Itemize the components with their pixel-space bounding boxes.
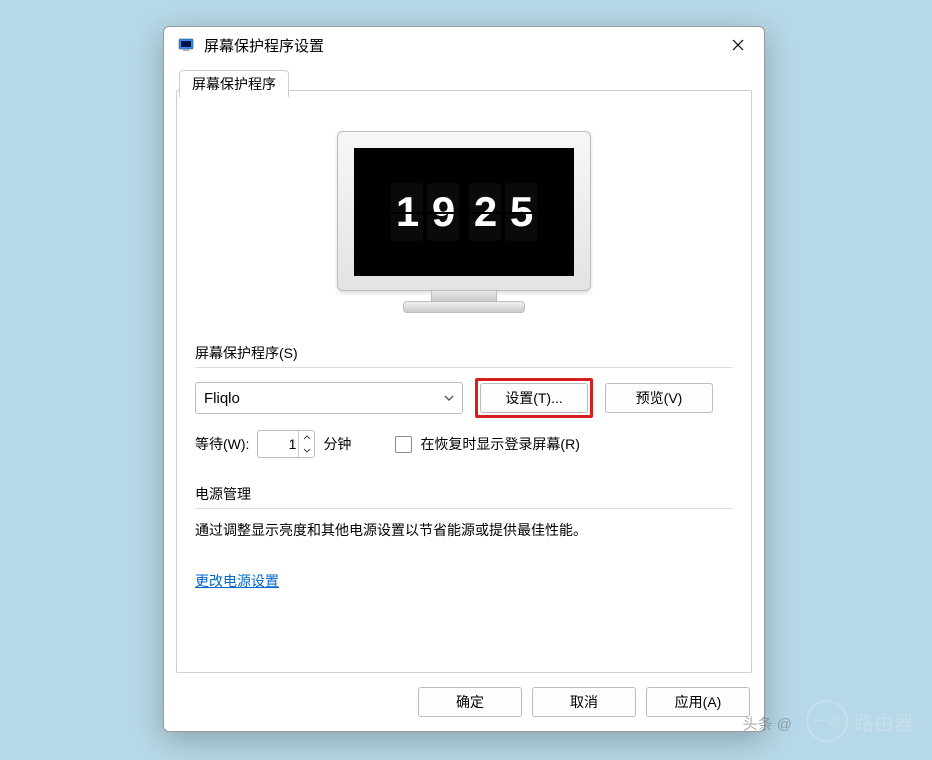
titlebar: 屏幕保护程序设置 xyxy=(164,27,764,63)
close-icon xyxy=(732,39,744,51)
apply-button[interactable]: 应用(A) xyxy=(646,687,750,717)
resume-login-label: 在恢复时显示登录屏幕(R) xyxy=(420,434,579,454)
preview-area: 1 9 2 5 xyxy=(195,131,733,313)
wait-value[interactable] xyxy=(258,435,298,453)
tab-panel: 1 9 2 5 屏幕保护程序(S) Fliql xyxy=(176,90,752,673)
settings-button[interactable]: 设置(T)... xyxy=(480,383,588,413)
power-group-label: 电源管理 xyxy=(195,484,733,504)
watermark-text: 路由器 xyxy=(854,707,914,736)
spinner xyxy=(298,431,314,457)
clock-min-2: 5 xyxy=(505,183,537,241)
chevron-down-icon xyxy=(444,395,454,401)
screensaver-group: 屏幕保护程序(S) Fliqlo 设置(T)... 预览(V) 等待(W): xyxy=(195,343,733,458)
watermark-logo-icon: 一点 xyxy=(806,700,848,742)
screensaver-icon xyxy=(178,37,194,53)
wait-minutes-input[interactable] xyxy=(257,430,315,458)
cancel-button[interactable]: 取消 xyxy=(532,687,636,717)
window-title: 屏幕保护程序设置 xyxy=(204,35,720,56)
close-button[interactable] xyxy=(720,31,756,59)
spinner-down[interactable] xyxy=(299,444,314,457)
clock-hour-2: 9 xyxy=(427,183,459,241)
tab-screensaver[interactable]: 屏幕保护程序 xyxy=(179,70,289,97)
resume-login-checkbox[interactable] xyxy=(395,436,412,453)
power-group: 电源管理 通过调整显示亮度和其他电源设置以节省能源或提供最佳性能。 更改电源设置 xyxy=(195,484,733,591)
change-power-settings-link[interactable]: 更改电源设置 xyxy=(195,573,279,589)
ok-button[interactable]: 确定 xyxy=(418,687,522,717)
clock-min-1: 2 xyxy=(469,183,501,241)
monitor-preview: 1 9 2 5 xyxy=(337,131,591,313)
screensaver-group-label: 屏幕保护程序(S) xyxy=(195,343,733,363)
screensaver-settings-dialog: 屏幕保护程序设置 屏幕保护程序 1 9 2 5 xyxy=(163,26,765,732)
screensaver-selected: Fliqlo xyxy=(204,390,444,407)
screensaver-combo[interactable]: Fliqlo xyxy=(195,382,463,414)
wait-label: 等待(W): xyxy=(195,434,249,454)
clock-hour-1: 1 xyxy=(391,183,423,241)
minutes-label: 分钟 xyxy=(323,434,351,454)
power-description: 通过调整显示亮度和其他电源设置以节省能源或提供最佳性能。 xyxy=(195,519,733,541)
dialog-buttons: 确定 取消 应用(A) xyxy=(418,687,750,717)
spinner-up[interactable] xyxy=(299,431,314,444)
preview-screen: 1 9 2 5 xyxy=(354,148,574,276)
watermark: 一点 路由器 xyxy=(806,700,914,742)
preview-button[interactable]: 预览(V) xyxy=(605,383,713,413)
settings-button-highlight: 设置(T)... xyxy=(475,378,593,418)
